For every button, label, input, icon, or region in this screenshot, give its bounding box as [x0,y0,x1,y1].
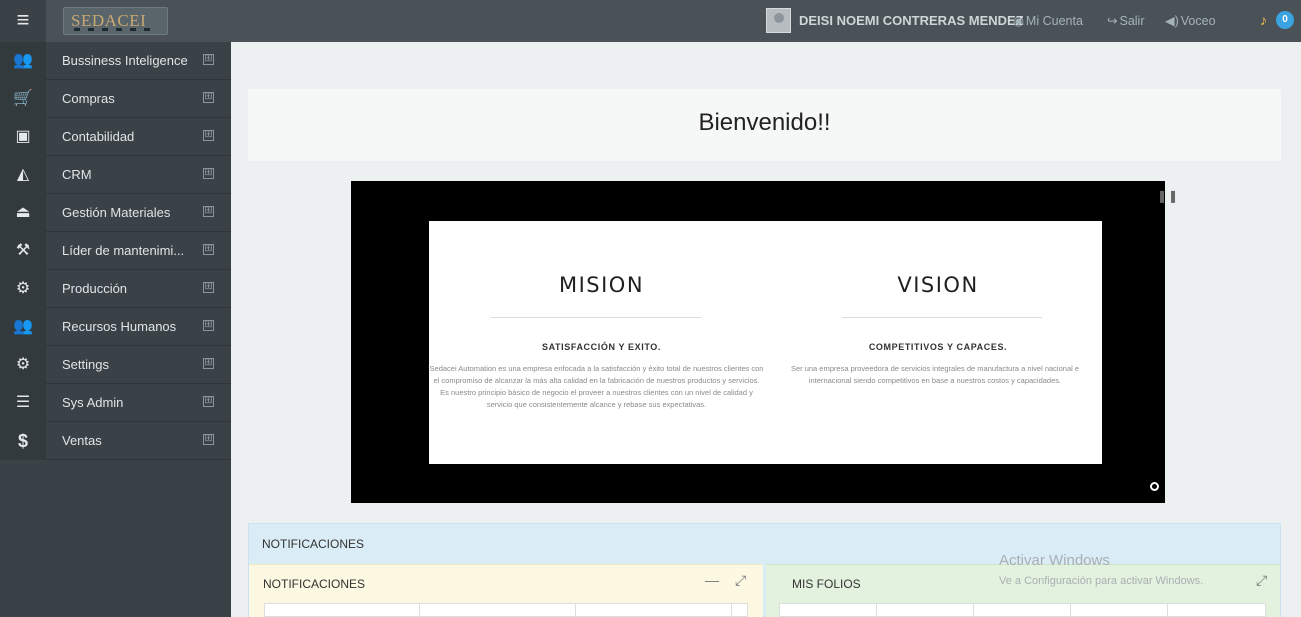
user-name[interactable]: DEISI NOEMI CONTRERAS MENDEZ [799,13,1024,28]
gears-icon: ⚙ [0,346,46,384]
expand-icon[interactable]: ⊞ [203,206,214,217]
vision-text: Ser una empresa proveedora de servicios … [790,364,1080,385]
cart-icon: 🛒 [0,80,46,118]
voice-link[interactable]: ◀) Voceo [1165,13,1216,28]
expand-icon[interactable]: ⊞ [203,244,214,255]
top-navbar: ≡ SEDACEI DEISI NOEMI CONTRERAS MENDEZ ◉… [0,0,1301,42]
welcome-banner: Bienvenido!! [248,89,1281,161]
money-icon: ▣ [0,118,46,156]
windows-watermark-title: Activar Windows [999,552,1110,569]
sign-out-icon: ↪ [1107,14,1118,28]
my-account-label: Mi Cuenta [1025,14,1083,28]
table-divider [876,604,877,617]
expand-icon[interactable]: ⊞ [203,434,214,445]
table-divider [731,604,732,617]
sidebar-item-label: Compras [62,91,115,106]
notifications-table [264,603,748,617]
sidebar-item-label: Ventas [62,433,102,448]
divider [491,317,701,318]
sidebar-item-compras[interactable]: 🛒 Compras ⊞ [0,80,231,118]
expand-icon[interactable]: ⊞ [203,168,214,179]
inbox-icon: ⏏ [0,194,46,232]
sidebar-item-label: Gestión Materiales [62,205,171,220]
sidebar-item-settings[interactable]: ⚙ Settings ⊞ [0,346,231,384]
expand-icon[interactable]: ⊞ [203,92,214,103]
avatar[interactable] [766,8,791,33]
hamburger-menu-icon[interactable]: ≡ [0,0,46,42]
expand-icon[interactable]: ⊞ [203,130,214,141]
table-divider [575,604,576,617]
carousel-indicator[interactable] [1150,482,1159,491]
vision-subtitle: COMPETITIVOS Y CAPACES. [868,342,1008,352]
vision-title: VISION [897,273,979,297]
volume-icon: ◀) [1165,14,1179,28]
sidebar-item-label: CRM [62,167,92,182]
logout-link[interactable]: ↪ Salir [1107,13,1145,28]
my-account-link[interactable]: ◉ Mi Cuenta [1013,13,1083,28]
mission-text: Sedacei Automation es una empresa enfoca… [429,364,764,409]
notifications-panel-title: NOTIFICACIONES [263,577,366,591]
voice-label: Voceo [1180,14,1216,28]
expand-icon[interactable]: ⊞ [203,282,214,293]
expand-icon[interactable]: ⊞ [203,358,214,369]
sidebar-item-label: Bussiness Inteligence [62,53,188,68]
expand-icon[interactable]: ⊞ [203,320,214,331]
page-title: Bienvenido!! [698,109,831,136]
sidebar-item-gestion-materiales[interactable]: ⏏ Gestión Materiales ⊞ [0,194,231,232]
users-icon: 👥 [0,308,46,346]
sidebar-item-business-intelligence[interactable]: 👥 Bussiness Inteligence ⊞ [0,42,231,80]
sidebar-item-label: Líder de mantenimi... [62,243,185,258]
server-icon: ☰ [0,384,46,422]
notifications-section-title: NOTIFICACIONES [262,537,365,551]
sidebar-item-recursos-humanos[interactable]: 👥 Recursos Humanos ⊞ [0,308,231,346]
table-divider [973,604,974,617]
users-icon: 👥 [0,42,46,80]
sidebar-item-crm[interactable]: ◭ CRM ⊞ [0,156,231,194]
area-chart-icon: ◭ [0,156,46,194]
expand-icon[interactable]: ⊞ [203,396,214,407]
mission-vision-slide: MISION SATISFACCIÓN Y EXITO. Sedacei Aut… [429,221,1102,464]
table-divider [419,604,420,617]
sidebar-item-label: Producción [62,281,128,296]
folios-panel-title: MIS FOLIOS [792,577,861,591]
logout-label: Salir [1119,14,1145,28]
sidebar-item-produccion[interactable]: ⚙ Producción ⊞ [0,270,231,308]
sidebar-item-label: Contabilidad [62,129,135,144]
expand-icon[interactable]: ⤢ [735,572,746,589]
sidebar-item-label: Sys Admin [62,395,124,410]
mission-column: MISION SATISFACCIÓN Y EXITO. Sedacei Aut… [429,221,774,464]
expand-icon[interactable]: ⊞ [203,54,214,65]
logo-decoration [74,28,154,31]
gear-icon: ⚙ [0,270,46,308]
table-divider [1070,604,1071,617]
windows-watermark-text: Ve a Configuración para activar Windows. [999,575,1204,587]
table-divider [1167,604,1168,617]
app-logo[interactable]: SEDACEI [63,7,168,35]
mission-title: MISION [558,273,645,297]
sidebar-item-sys-admin[interactable]: ☰ Sys Admin ⊞ [0,384,231,422]
sidebar-item-label: Recursos Humanos [62,319,177,334]
divider [842,317,1042,318]
wrench-icon: ⚒ [0,232,46,270]
sidebar-item-ventas[interactable]: $ Ventas ⊞ [0,422,231,460]
minimize-icon[interactable]: — [705,572,719,588]
notification-badge[interactable]: 0 [1276,11,1294,29]
vision-column: VISION COMPETITIVOS Y CAPACES. Ser una e… [774,221,1102,464]
bell-icon[interactable]: ♪ [1260,12,1267,28]
sidebar-item-lider-mantenimiento[interactable]: ⚒ Líder de mantenimi... ⊞ [0,232,231,270]
user-circle-icon: ◉ [1013,14,1024,28]
sidebar-item-contabilidad[interactable]: ▣ Contabilidad ⊞ [0,118,231,156]
pause-icon[interactable]: ❚❚ [1157,189,1179,203]
folios-table [779,603,1266,617]
mission-subtitle: SATISFACCIÓN Y EXITO. [542,342,661,352]
expand-icon[interactable]: ⤢ [1256,572,1267,589]
dollar-icon: $ [0,422,46,460]
sidebar-item-label: Settings [62,357,109,372]
